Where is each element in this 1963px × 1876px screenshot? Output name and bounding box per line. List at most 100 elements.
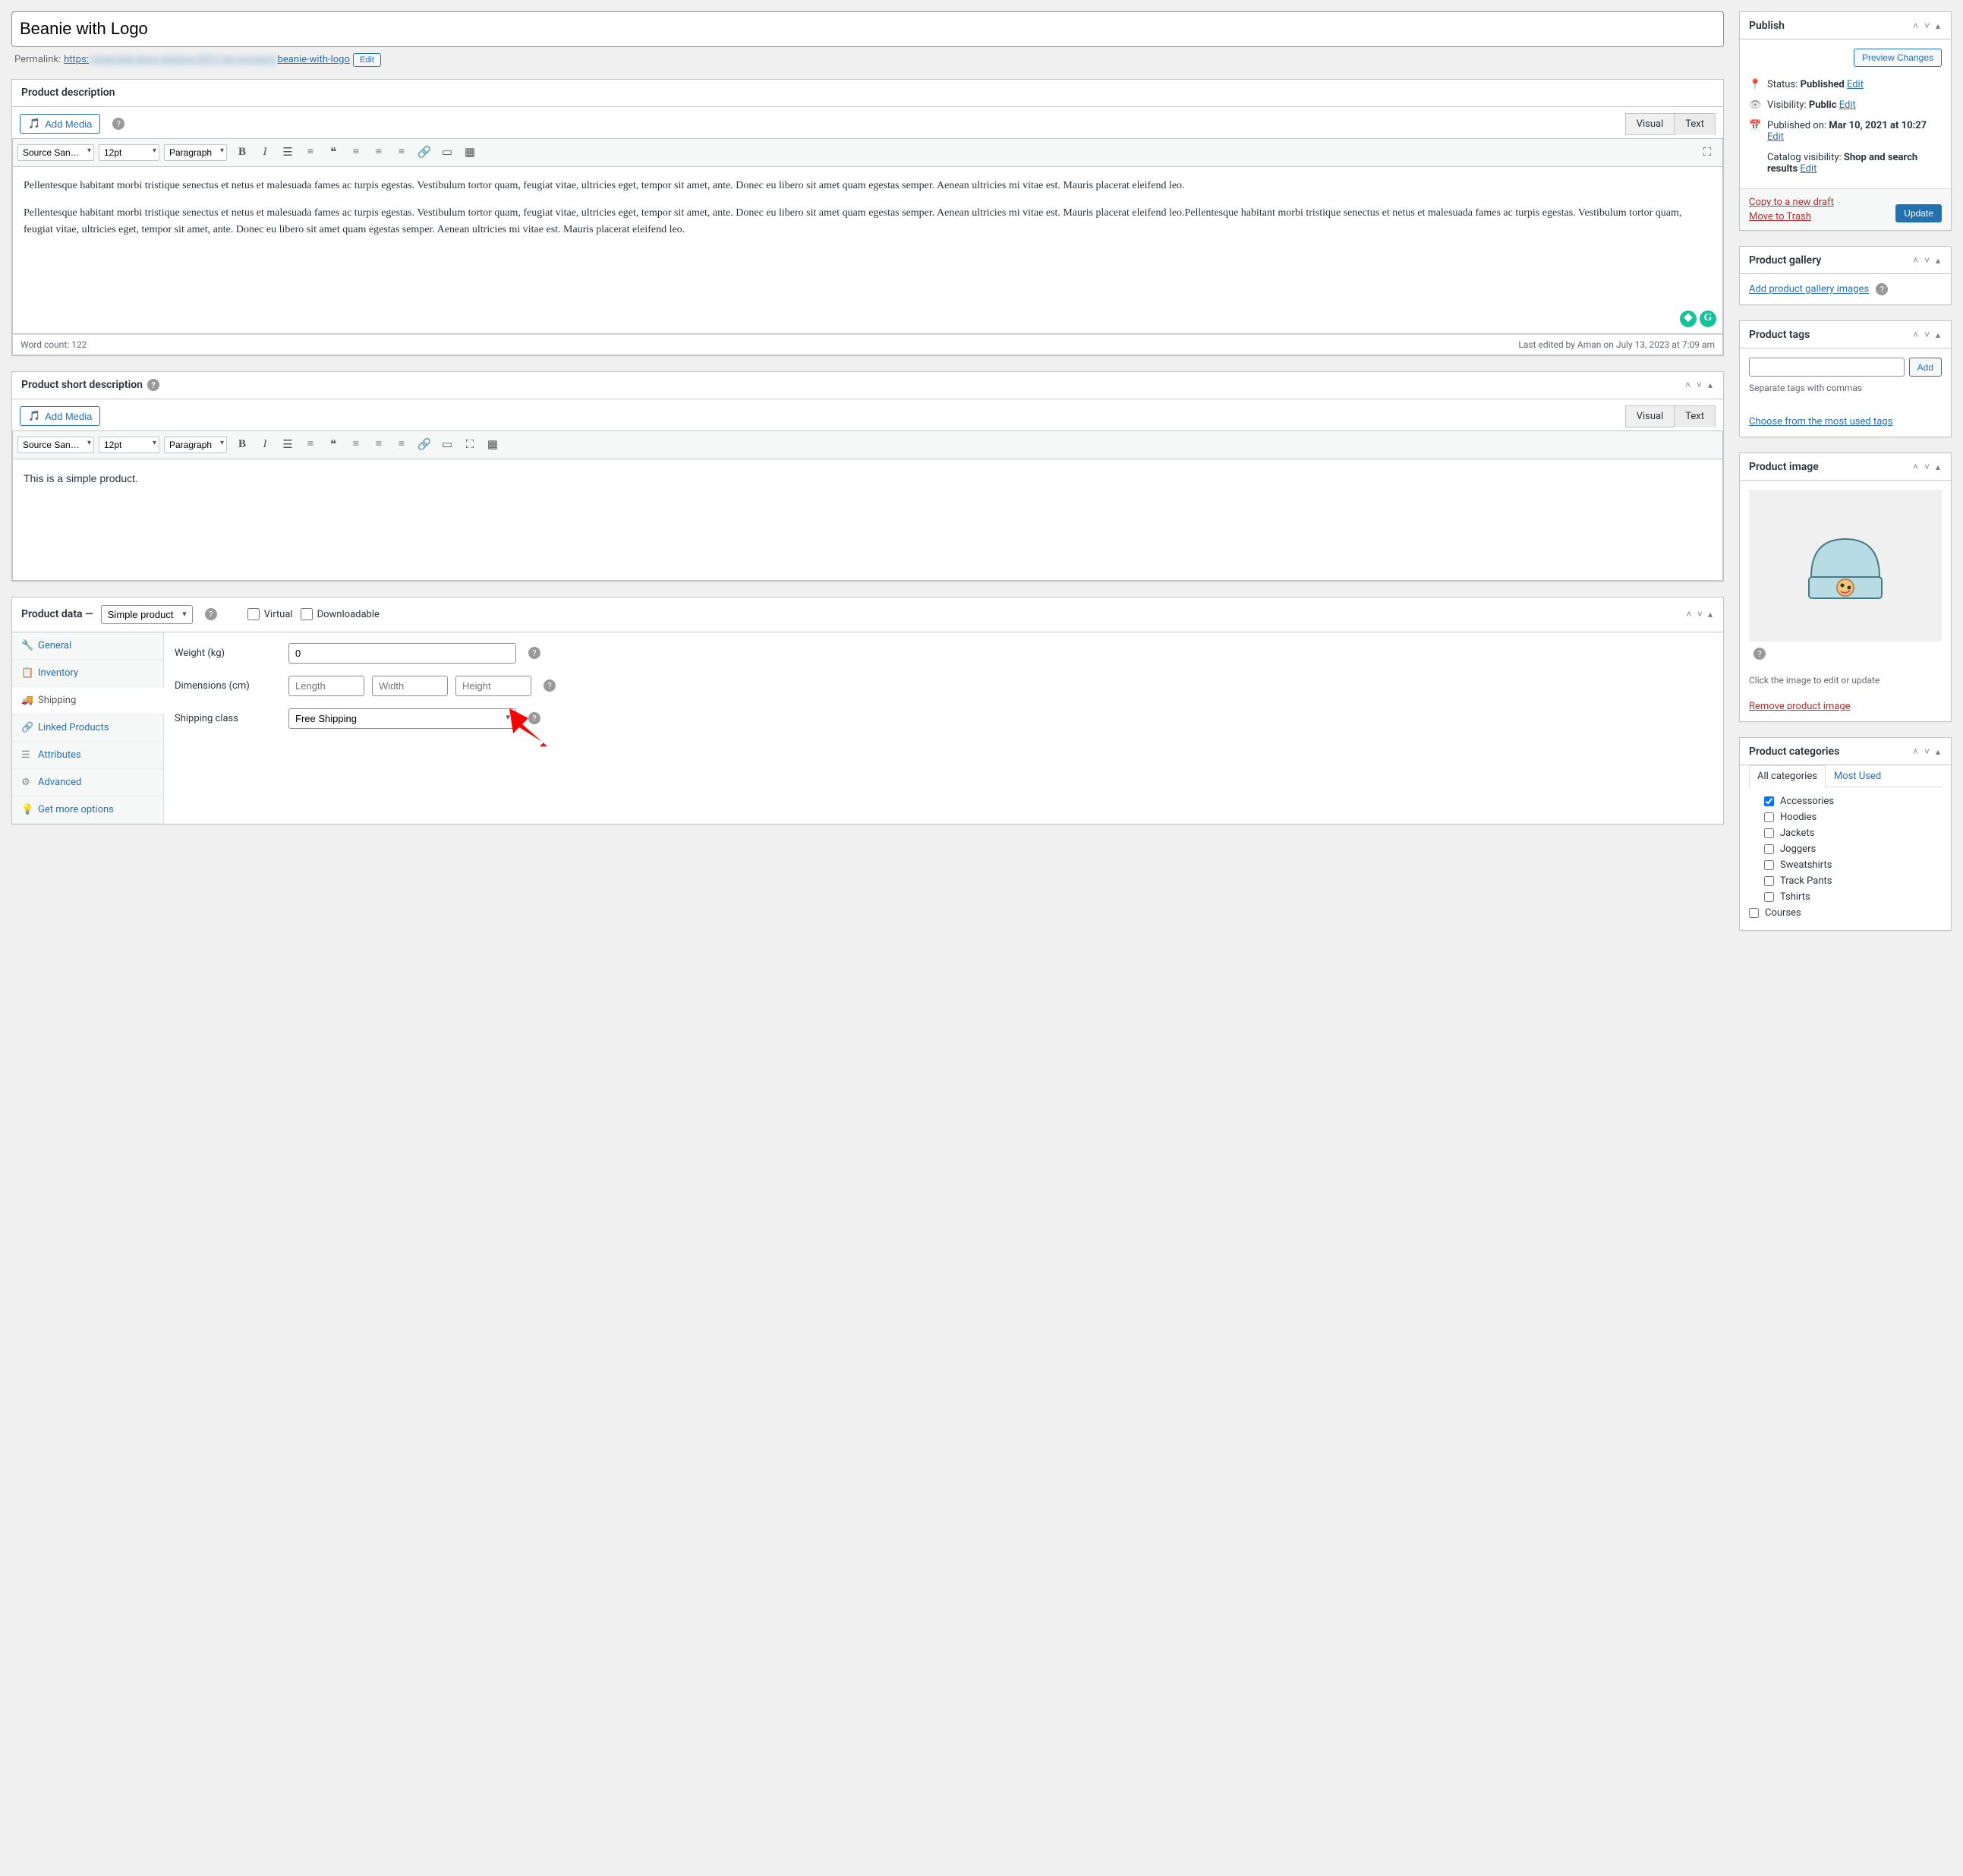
- preview-changes-button[interactable]: Preview Changes: [1854, 49, 1942, 67]
- caret-up-icon[interactable]: ▴: [1934, 254, 1942, 267]
- number-list-icon[interactable]: ≡: [300, 142, 321, 163]
- bullet-list-icon[interactable]: ☰: [277, 434, 298, 456]
- caret-up-icon[interactable]: ▴: [1934, 745, 1942, 758]
- fullscreen-icon[interactable]: ⛶: [459, 434, 481, 456]
- bold-icon[interactable]: B: [232, 142, 253, 163]
- align-left-icon[interactable]: ≡: [345, 142, 367, 163]
- category-item[interactable]: Jackets: [1764, 828, 1942, 839]
- blockquote-icon[interactable]: ❝: [323, 434, 344, 456]
- chevron-up-icon[interactable]: ˄: [1684, 378, 1692, 392]
- blockquote-icon[interactable]: ❝: [323, 142, 344, 163]
- link-icon[interactable]: 🔗: [414, 434, 435, 456]
- align-right-icon[interactable]: ≡: [391, 142, 412, 163]
- product-type-select[interactable]: Simple product: [101, 605, 193, 624]
- short-description-editor[interactable]: This is a simple product.: [12, 459, 1723, 581]
- caret-up-icon[interactable]: ▴: [1706, 378, 1714, 392]
- editor-tab-text[interactable]: Text: [1674, 405, 1716, 427]
- italic-icon[interactable]: I: [254, 142, 276, 163]
- category-item[interactable]: Sweatshirts: [1764, 859, 1942, 871]
- chevron-down-icon[interactable]: ˅: [1923, 254, 1931, 267]
- product-title-input[interactable]: [11, 11, 1724, 47]
- help-icon[interactable]: ?: [544, 679, 556, 692]
- grammarly-icon[interactable]: ◆: [1680, 311, 1697, 327]
- permalink-edit-button[interactable]: Edit: [353, 53, 381, 67]
- toolbar-toggle-icon[interactable]: ▦: [482, 434, 503, 456]
- italic-icon[interactable]: I: [254, 434, 276, 456]
- category-item[interactable]: Tshirts: [1764, 891, 1942, 903]
- most-used-tags-link[interactable]: Choose from the most used tags: [1749, 416, 1892, 427]
- tags-input[interactable]: [1749, 358, 1905, 377]
- virtual-checkbox[interactable]: Virtual: [247, 608, 293, 620]
- align-center-icon[interactable]: ≡: [368, 434, 389, 456]
- width-input[interactable]: [372, 676, 448, 696]
- help-icon[interactable]: ?: [1876, 283, 1888, 295]
- tab-attributes[interactable]: ☰Attributes: [12, 742, 163, 769]
- shipping-class-select[interactable]: Free Shipping: [288, 708, 516, 729]
- copy-draft-link[interactable]: Copy to a new draft: [1749, 197, 1834, 208]
- chevron-up-icon[interactable]: ˄: [1911, 19, 1920, 33]
- category-item[interactable]: Hoodies: [1764, 812, 1942, 823]
- chevron-up-icon[interactable]: ˄: [1911, 460, 1920, 474]
- help-icon[interactable]: ?: [528, 647, 540, 659]
- font-family-select[interactable]: Source San…: [17, 144, 94, 161]
- chevron-up-icon[interactable]: ˄: [1911, 745, 1920, 758]
- help-icon[interactable]: ?: [205, 608, 217, 620]
- read-more-icon[interactable]: ▭: [436, 142, 458, 163]
- link-icon[interactable]: 🔗: [414, 142, 435, 163]
- help-icon[interactable]: ?: [112, 118, 124, 130]
- add-media-button[interactable]: 🎵 Add Media: [20, 114, 100, 134]
- remove-image-link[interactable]: Remove product image: [1749, 701, 1851, 712]
- tab-get-more[interactable]: 💡Get more options: [12, 796, 163, 824]
- bullet-list-icon[interactable]: ☰: [277, 142, 298, 163]
- help-icon[interactable]: ?: [147, 379, 159, 391]
- bold-icon[interactable]: B: [232, 434, 253, 456]
- tab-shipping[interactable]: 🚚Shipping: [12, 687, 164, 714]
- help-icon[interactable]: ?: [1753, 648, 1766, 660]
- tab-general[interactable]: 🔧General: [12, 632, 163, 660]
- chevron-down-icon[interactable]: ˅: [1695, 378, 1703, 392]
- edit-visibility-link[interactable]: Edit: [1839, 99, 1856, 111]
- tab-inventory[interactable]: 📋Inventory: [12, 660, 163, 687]
- chevron-up-icon[interactable]: ˄: [1911, 328, 1920, 342]
- read-more-icon[interactable]: ▭: [436, 434, 458, 456]
- tab-advanced[interactable]: ⚙Advanced: [12, 769, 163, 796]
- permalink-link[interactable]: https://example-store-staging-2021/wp/pr…: [64, 54, 350, 65]
- editor-tab-visual[interactable]: Visual: [1625, 405, 1675, 427]
- edit-catalog-visibility-link[interactable]: Edit: [1800, 163, 1816, 175]
- align-left-icon[interactable]: ≡: [345, 434, 367, 456]
- chevron-down-icon[interactable]: ˅: [1696, 607, 1704, 621]
- length-input[interactable]: [288, 676, 364, 696]
- category-item[interactable]: Accessories: [1764, 796, 1942, 807]
- fullscreen-icon[interactable]: ⛶: [1697, 142, 1718, 163]
- caret-up-icon[interactable]: ▴: [1706, 607, 1714, 621]
- categories-tab-all[interactable]: All categories: [1749, 765, 1826, 787]
- category-item[interactable]: Courses: [1749, 907, 1942, 919]
- paragraph-format-select[interactable]: Paragraph: [164, 437, 227, 453]
- tab-linked-products[interactable]: 🔗Linked Products: [12, 714, 163, 742]
- product-image-thumbnail[interactable]: [1749, 490, 1942, 642]
- add-tag-button[interactable]: Add: [1909, 358, 1942, 377]
- category-item[interactable]: Joggers: [1764, 843, 1942, 855]
- height-input[interactable]: [455, 676, 531, 696]
- move-trash-link[interactable]: Move to Trash: [1749, 211, 1834, 222]
- caret-up-icon[interactable]: ▴: [1934, 328, 1942, 342]
- update-button[interactable]: Update: [1895, 204, 1942, 222]
- edit-status-link[interactable]: Edit: [1847, 79, 1864, 90]
- editor-tab-visual[interactable]: Visual: [1625, 113, 1675, 135]
- category-item[interactable]: Track Pants: [1764, 875, 1942, 887]
- description-editor[interactable]: Pellentesque habitant morbi tristique se…: [12, 167, 1723, 334]
- paragraph-format-select[interactable]: Paragraph: [164, 144, 227, 161]
- add-gallery-images-link[interactable]: Add product gallery images: [1749, 284, 1869, 295]
- number-list-icon[interactable]: ≡: [300, 434, 321, 456]
- font-size-select[interactable]: 12pt: [99, 437, 159, 453]
- help-icon[interactable]: ?: [528, 712, 540, 724]
- chevron-down-icon[interactable]: ˅: [1923, 745, 1931, 758]
- chevron-up-icon[interactable]: ˄: [1684, 607, 1693, 621]
- add-media-button[interactable]: 🎵 Add Media: [20, 406, 100, 426]
- categories-tab-most-used[interactable]: Most Used: [1826, 765, 1889, 787]
- caret-up-icon[interactable]: ▴: [1934, 460, 1942, 474]
- chevron-down-icon[interactable]: ˅: [1923, 460, 1931, 474]
- grammarly-icon[interactable]: G: [1700, 311, 1716, 327]
- editor-tab-text[interactable]: Text: [1674, 113, 1716, 135]
- edit-date-link[interactable]: Edit: [1767, 131, 1784, 143]
